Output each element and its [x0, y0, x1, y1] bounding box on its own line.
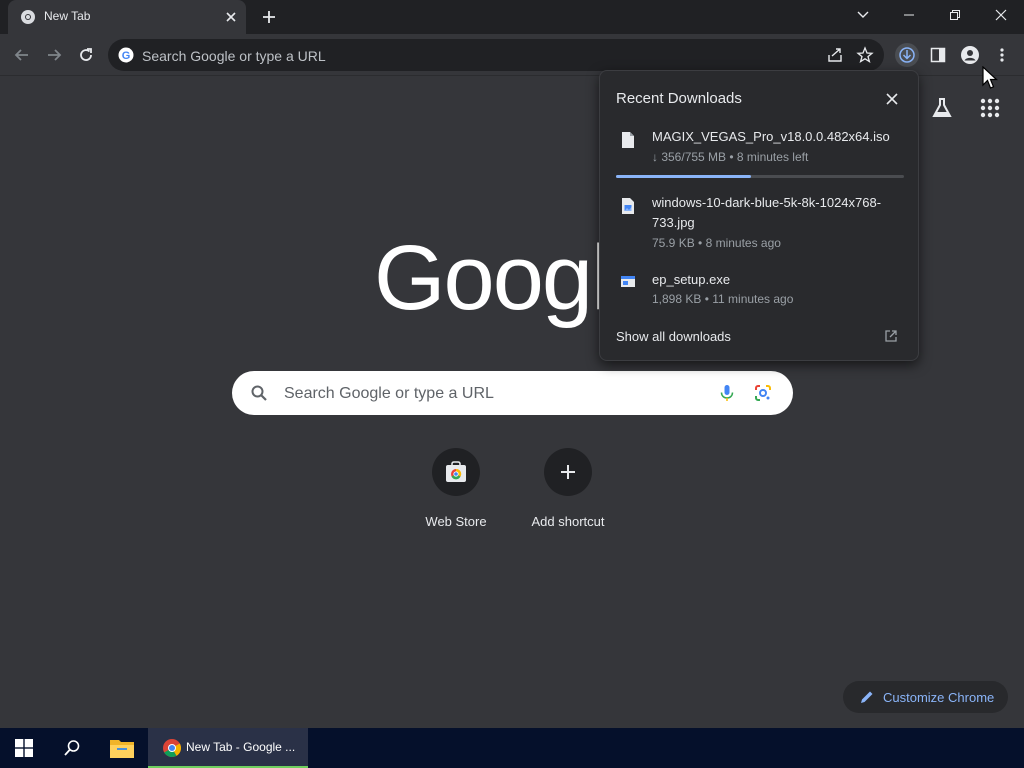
download-item[interactable]: MAGIX_VEGAS_Pro_v18.0.0.482x64.iso ↓ 356… [600, 127, 920, 187]
google-logo: Googl [374, 227, 604, 329]
plus-icon [561, 465, 575, 479]
file-icon [622, 132, 634, 148]
taskbar-chrome-window[interactable]: New Tab - Google ... [148, 728, 308, 768]
close-icon[interactable] [884, 91, 900, 107]
chrome-icon [163, 739, 182, 758]
show-all-downloads-link[interactable]: Show all downloads [616, 329, 731, 344]
restore-icon [950, 10, 960, 20]
image-file-icon [622, 198, 634, 214]
share-icon[interactable] [826, 46, 844, 64]
start-button[interactable] [0, 728, 48, 768]
download-filename: ep_setup.exe [652, 272, 731, 287]
search-placeholder: Search Google or type a URL [284, 385, 494, 402]
windows-taskbar: New Tab - Google ... [0, 728, 1024, 768]
external-link-icon[interactable] [884, 329, 898, 343]
omnibox-placeholder: Search Google or type a URL [142, 48, 326, 64]
pencil-icon [861, 691, 873, 703]
folder-icon [110, 740, 134, 758]
side-panel-icon [930, 47, 946, 63]
download-filename: windows-10-dark-blue-5k-8k-1024x768-733.… [652, 195, 882, 230]
search-icon [64, 740, 80, 756]
download-item[interactable]: windows-10-dark-blue-5k-8k-1024x768-733.… [600, 193, 920, 253]
kebab-menu-icon [1000, 48, 1004, 62]
omnibox[interactable]: G Search Google or type a URL [108, 39, 884, 71]
download-filename: MAGIX_VEGAS_Pro_v18.0.0.482x64.iso [652, 129, 890, 144]
download-icon [899, 47, 915, 63]
forward-arrow-icon [48, 49, 62, 61]
tab-title: New Tab [44, 9, 91, 23]
shortcut-tile [544, 448, 592, 496]
search-icon [251, 385, 267, 401]
download-progress-fill [616, 175, 752, 178]
download-status: 1,898 KB • 11 minutes ago [652, 292, 794, 306]
reload-icon [80, 48, 92, 61]
downloads-bubble: Recent Downloads MAGIX_VEGAS_Pro_v18.0.0… [599, 70, 919, 361]
shortcut-tile [432, 448, 480, 496]
downloads-button[interactable] [895, 43, 919, 67]
tab-search-button[interactable] [840, 0, 886, 30]
mouse-cursor-icon [982, 66, 998, 89]
minimize-icon [904, 14, 914, 16]
downloads-header: Recent Downloads [616, 90, 742, 107]
download-status: ↓ 356/755 MB • 8 minutes left [652, 150, 809, 164]
microphone-icon[interactable] [717, 383, 737, 403]
avatar-icon [961, 46, 979, 64]
close-icon [995, 9, 1007, 21]
shortcut-label: Web Store [425, 514, 487, 529]
profile-button[interactable] [958, 43, 982, 67]
back-arrow-icon [14, 49, 28, 61]
chrome-favicon-icon [21, 10, 35, 24]
forward-button[interactable] [43, 44, 65, 66]
exe-file-icon [621, 276, 635, 287]
shortcut-web-store[interactable]: Web Store [400, 448, 512, 538]
chevron-down-icon [857, 11, 869, 18]
google-apps-icon[interactable] [978, 96, 1002, 120]
taskbar-file-explorer[interactable] [98, 728, 146, 768]
shortcut-label: Add shortcut [531, 514, 605, 529]
bookmark-star-icon[interactable] [856, 46, 874, 64]
taskbar-window-title: New Tab - Google ... [186, 740, 296, 754]
web-store-icon [446, 461, 466, 482]
restore-button[interactable] [932, 0, 978, 30]
tab-strip: New Tab [0, 0, 1024, 34]
tab-new-tab[interactable]: New Tab [8, 0, 246, 34]
google-g-icon: G [118, 47, 134, 63]
customize-label: Customize Chrome [883, 690, 995, 705]
reload-button[interactable] [75, 44, 97, 66]
download-item[interactable]: ep_setup.exe 1,898 KB • 11 minutes ago [600, 270, 920, 310]
download-status: 75.9 KB • 8 minutes ago [652, 236, 781, 250]
new-tab-plus-icon[interactable] [260, 8, 278, 26]
shortcut-add[interactable]: Add shortcut [512, 448, 624, 538]
google-lens-icon[interactable] [753, 383, 773, 403]
browser-window: New Tab G Search Google or type a URL Go… [0, 0, 1024, 768]
svg-text:G: G [122, 50, 131, 62]
chrome-menu-button[interactable] [990, 43, 1014, 67]
customize-chrome-button[interactable]: Customize Chrome [843, 681, 1008, 713]
labs-flask-icon[interactable] [930, 96, 954, 120]
minimize-button[interactable] [886, 0, 932, 30]
windows-logo-icon [15, 739, 33, 757]
back-button[interactable] [11, 44, 33, 66]
close-window-button[interactable] [978, 0, 1024, 30]
side-panel-button[interactable] [926, 43, 950, 67]
download-progress-bar [616, 175, 904, 178]
taskbar-search-button[interactable] [48, 728, 96, 768]
ntp-search-box[interactable]: Search Google or type a URL [232, 371, 793, 415]
tab-close-icon[interactable] [222, 8, 240, 26]
